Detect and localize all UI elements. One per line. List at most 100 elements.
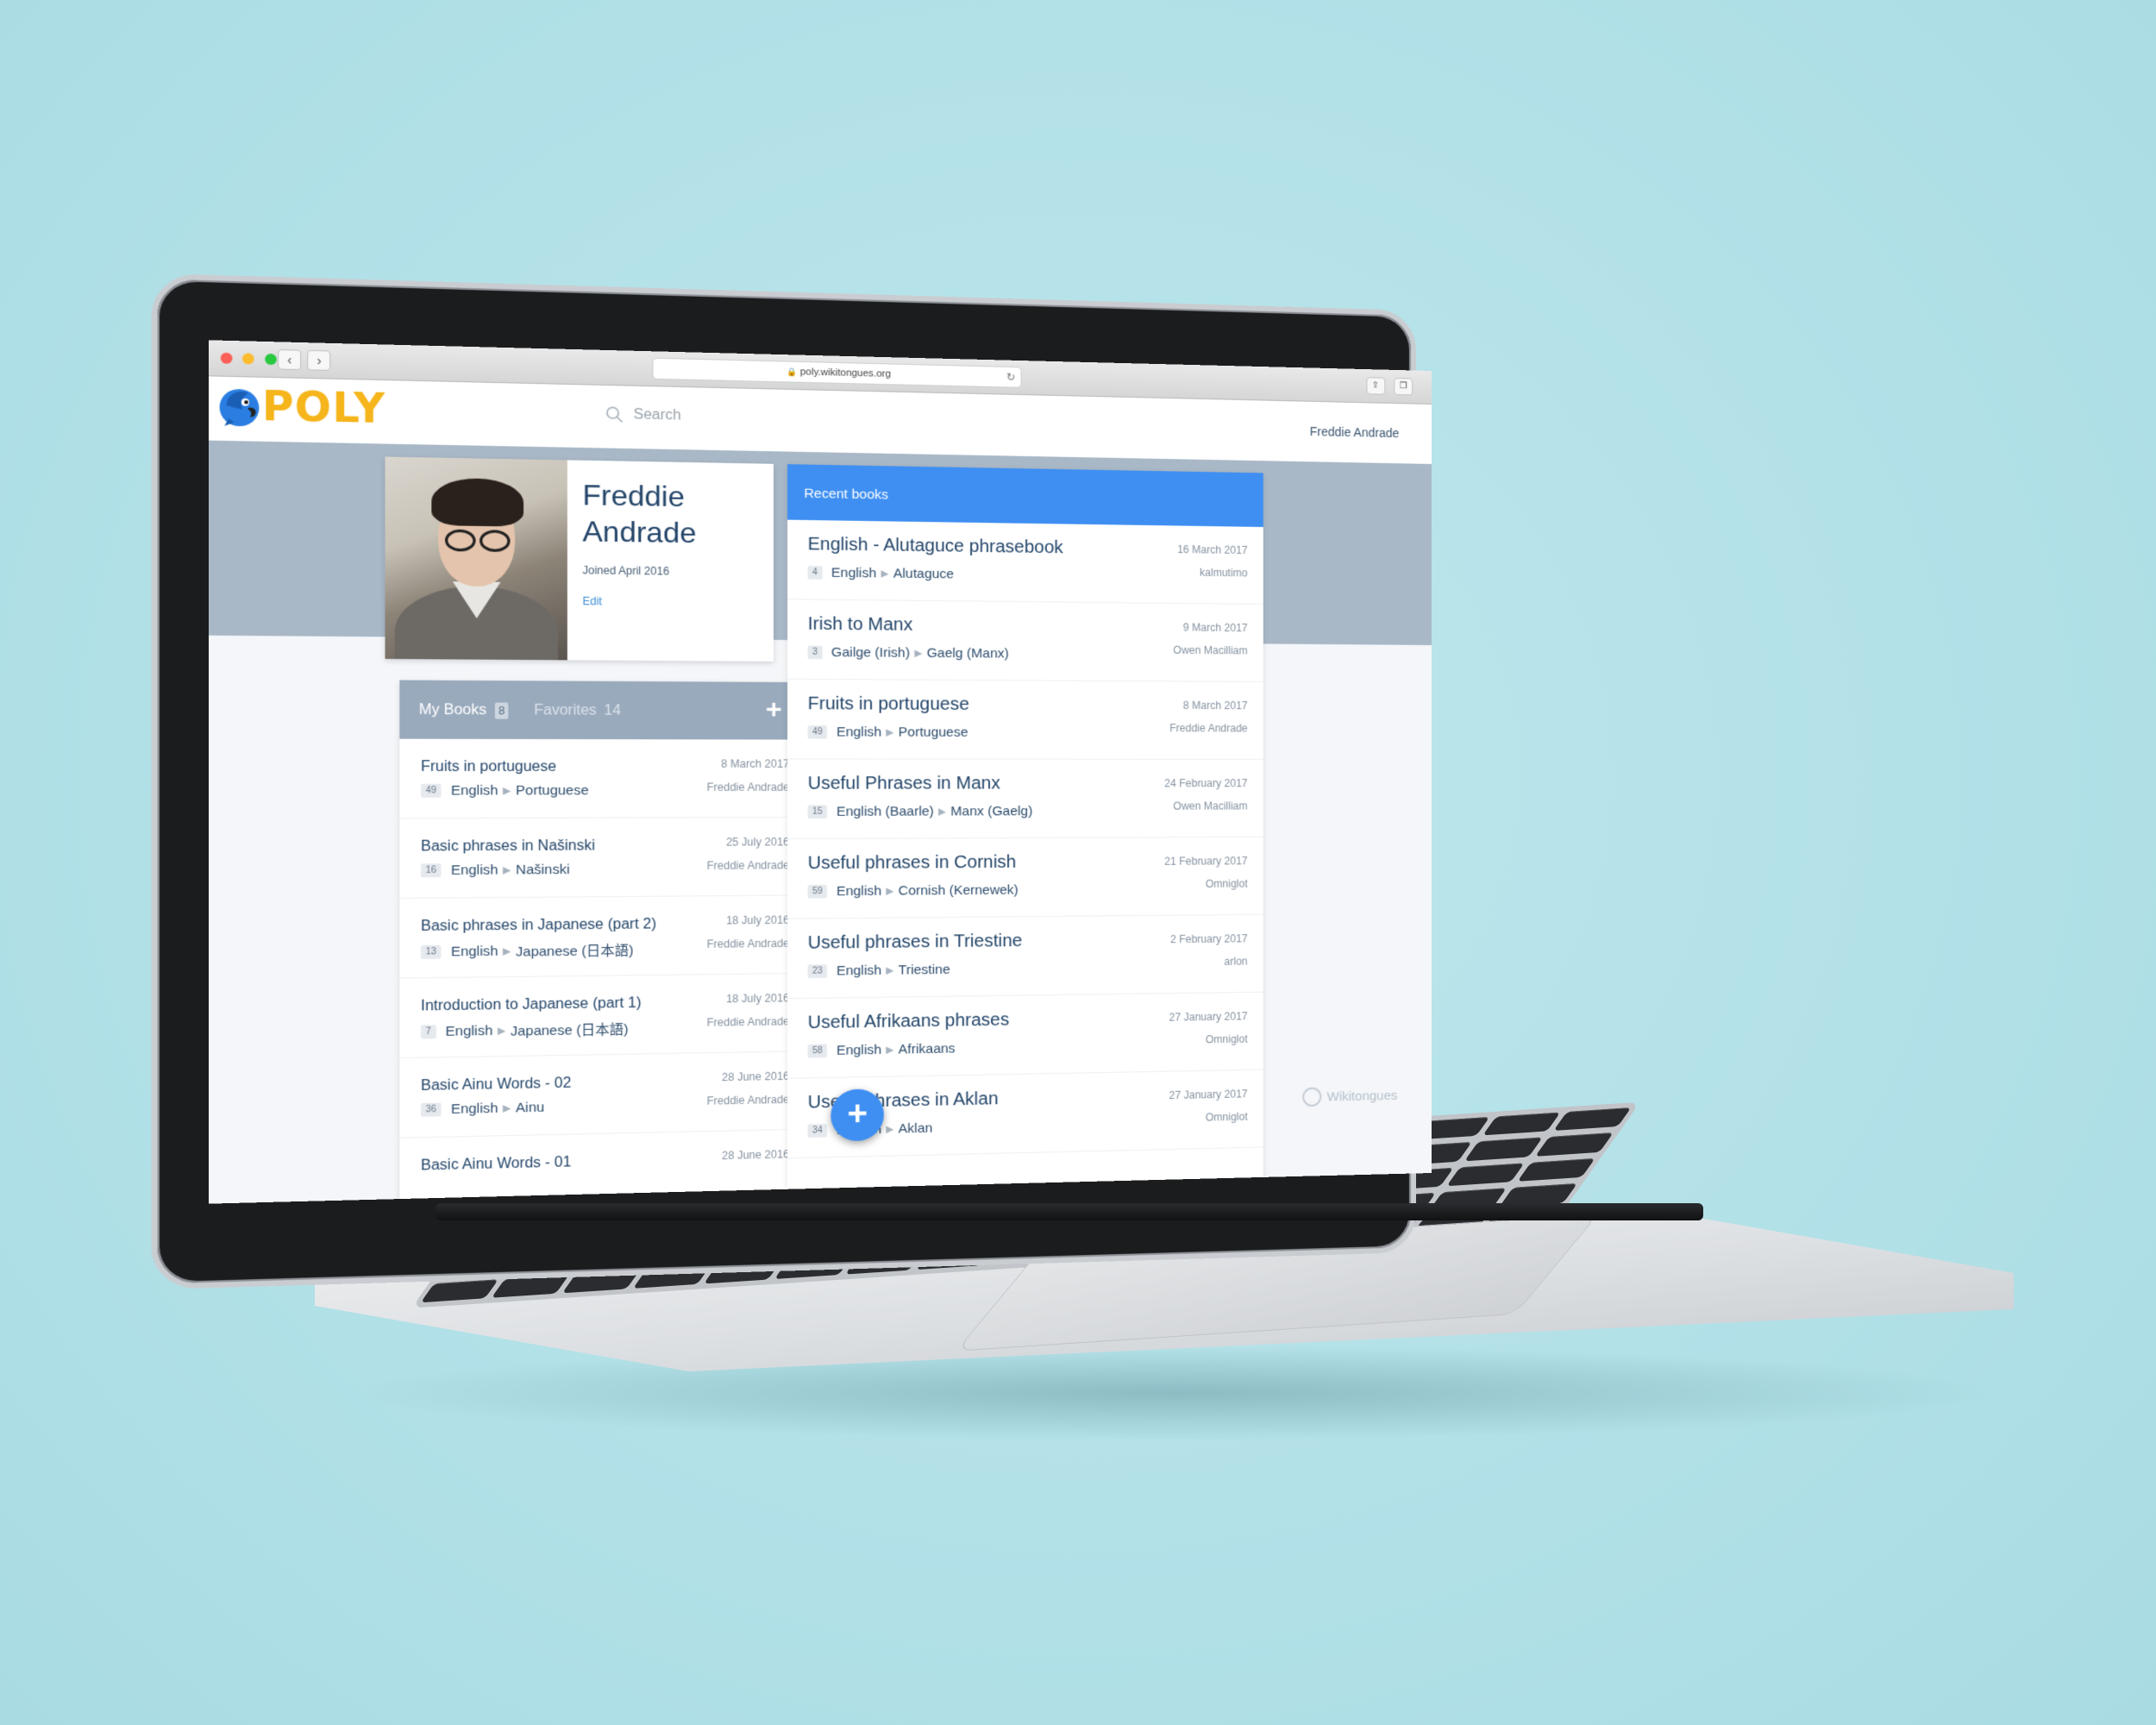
forward-button[interactable]: ›	[307, 349, 331, 371]
book-author: Owen Macilliam	[1173, 800, 1248, 812]
minimize-window-button[interactable]	[242, 353, 255, 365]
book-title[interactable]: Fruits in portuguese	[421, 759, 556, 775]
book-date: 8 March 2017	[721, 757, 790, 770]
close-window-button[interactable]	[220, 352, 233, 364]
book-title[interactable]: Useful Phrases in Manx	[808, 774, 1000, 794]
address-bar[interactable]: 🔒 poly.wikitongues.org ↻	[652, 357, 1022, 388]
book-row[interactable]: Useful phrases in Cornish 59 English ▶ Corni…	[787, 837, 1263, 919]
arrow-right-icon: ▶	[886, 965, 894, 976]
book-row[interactable]: Basic phrases in Našinski 16 English ▶ Našin…	[399, 818, 806, 899]
wikitongues-label: Wikitongues	[1326, 1088, 1398, 1105]
source-language: English	[836, 1042, 882, 1058]
book-row[interactable]: Basic phrases in Japanese (part 2) 13 Engl…	[399, 895, 806, 979]
target-language: Triestine	[898, 962, 950, 978]
source-language: English	[450, 782, 498, 799]
book-date: 18 July 2016	[725, 991, 790, 1006]
source-language: English	[836, 883, 882, 900]
target-language: Japanese (日本語)	[510, 1021, 629, 1039]
phrase-count: 13	[421, 944, 442, 959]
source-language: English	[830, 565, 877, 581]
phrase-count: 23	[807, 964, 828, 978]
book-languages: 7 English ▶ Japanese (日本語)	[421, 1019, 629, 1042]
arrow-right-icon: ▶	[503, 864, 511, 876]
book-title[interactable]: Useful phrases in Triestine	[808, 932, 1023, 954]
book-row[interactable]: Fruits in portuguese 49 English ▶ Portuguese…	[787, 679, 1263, 760]
book-author: Freddie Andrade	[1169, 722, 1248, 735]
book-title[interactable]: Basic phrases in Japanese (part 2)	[421, 917, 656, 936]
book-date: 24 February 2017	[1164, 777, 1248, 790]
book-row[interactable]: Introduction to Japanese (part 1) 7 Englis…	[399, 973, 806, 1059]
book-title[interactable]: Useful phrases in Cornish	[808, 852, 1017, 874]
phrase-count: 59	[807, 884, 828, 899]
book-row[interactable]: Useful Afrikaans phrases 58 English ▶ Afrika…	[787, 992, 1263, 1079]
book-title[interactable]: Useful Afrikaans phrases	[808, 1010, 1010, 1033]
book-row[interactable]: Useful Phrases in Manx 15 English (Baarle)…	[787, 759, 1263, 840]
search-box[interactable]: Search	[605, 405, 681, 425]
tab-favorites-label: Favorites	[534, 702, 597, 718]
tabs-button[interactable]: ❐	[1394, 377, 1413, 396]
target-language: Japanese (日本語)	[516, 943, 634, 960]
book-date: 27 January 2017	[1169, 1010, 1248, 1024]
reload-button[interactable]: ↻	[1006, 367, 1015, 387]
target-language: Aklan	[898, 1120, 933, 1137]
phrase-count: 7	[421, 1025, 436, 1039]
source-language: English	[836, 963, 882, 979]
book-languages: 49 English ▶ Portuguese	[421, 783, 589, 799]
book-title[interactable]: Basic Ainu Words - 01	[421, 1155, 571, 1175]
book-title[interactable]: Introduction to Japanese (part 1)	[421, 995, 642, 1015]
arrow-right-icon: ▶	[503, 785, 511, 797]
arrow-right-icon: ▶	[938, 806, 947, 818]
book-author: arlon	[1224, 955, 1248, 968]
book-row[interactable]: English - Alutaguce phrasebook 4 English ▶ A…	[787, 519, 1263, 605]
arrow-right-icon: ▶	[497, 1026, 506, 1037]
arrow-right-icon: ▶	[886, 727, 894, 738]
arrow-right-icon: ▶	[881, 568, 889, 580]
book-author: Freddie Andrade	[706, 858, 790, 873]
poly-logo[interactable]: POLY	[218, 382, 385, 433]
phrase-count: 16	[421, 863, 442, 878]
tab-my-books[interactable]: My Books 8	[419, 702, 509, 719]
book-date: 25 July 2016	[725, 835, 790, 849]
book-author: Owen Macilliam	[1173, 643, 1248, 657]
book-row[interactable]: Basic Ainu Words - 02 36 English ▶ Ainu 28 Ju…	[399, 1051, 806, 1138]
book-author: Omniglot	[1205, 1110, 1248, 1124]
my-books-count: 8	[494, 702, 509, 719]
back-button[interactable]: ‹	[278, 348, 302, 371]
book-languages: 23 English ▶ Triestine	[807, 962, 950, 979]
phrase-count: 49	[807, 724, 828, 739]
phrase-count: 58	[807, 1044, 828, 1058]
book-languages: 3 Gailge (Irish) ▶ Gaelg (Manx)	[807, 644, 1009, 662]
profile-card: Freddie Andrade Joined April 2016 Edit	[385, 456, 774, 662]
tab-favorites[interactable]: Favorites 14	[534, 703, 621, 719]
book-languages: 58 English ▶ Afrikaans	[807, 1041, 956, 1058]
book-title[interactable]: Irish to Manx	[808, 614, 913, 636]
book-languages: 59 English ▶ Cornish (Kernewek)	[807, 882, 1018, 900]
logo-wordmark: POLY	[261, 383, 386, 433]
book-languages: 36 English ▶ Ainu	[421, 1100, 544, 1118]
book-title[interactable]: Fruits in portuguese	[808, 694, 969, 716]
edit-profile-link[interactable]: Edit	[582, 595, 696, 609]
arrow-right-icon: ▶	[503, 946, 511, 957]
wikitongues-brand: Wikitongues	[1302, 1086, 1398, 1107]
profile-photo	[385, 456, 567, 661]
target-language: Manx (Gaelg)	[950, 803, 1033, 819]
user-menu[interactable]: Freddie Andrade	[1310, 424, 1400, 440]
share-button[interactable]: ⇪	[1365, 377, 1385, 395]
laptop-hinge	[436, 1203, 1703, 1220]
source-language: English	[450, 1101, 498, 1118]
book-date: 9 March 2017	[1182, 621, 1248, 635]
add-book-button[interactable]: +	[766, 694, 782, 724]
book-row[interactable]: Irish to Manx 3 Gailge (Irish) ▶ Gaelg (Manx…	[787, 599, 1263, 682]
arrow-right-icon: ▶	[886, 1044, 894, 1056]
book-title[interactable]: Basic phrases in Našinski	[421, 838, 595, 856]
source-language: English (Baarle)	[836, 804, 934, 819]
maximize-window-button[interactable]	[265, 353, 277, 366]
book-date: 2 February 2017	[1169, 932, 1248, 946]
phrase-count: 3	[807, 645, 823, 660]
profile-info: Freddie Andrade Joined April 2016 Edit	[567, 460, 696, 661]
book-title[interactable]: English - Alutaguce phrasebook	[808, 535, 1063, 559]
profile-first-name: Freddie	[582, 478, 685, 513]
book-row[interactable]: Useful phrases in Triestine 23 English ▶ Tri…	[787, 914, 1263, 1000]
book-row[interactable]: Fruits in portuguese 49 English ▶ Portuguese…	[399, 738, 806, 819]
book-title[interactable]: Basic Ainu Words - 02	[421, 1076, 571, 1095]
